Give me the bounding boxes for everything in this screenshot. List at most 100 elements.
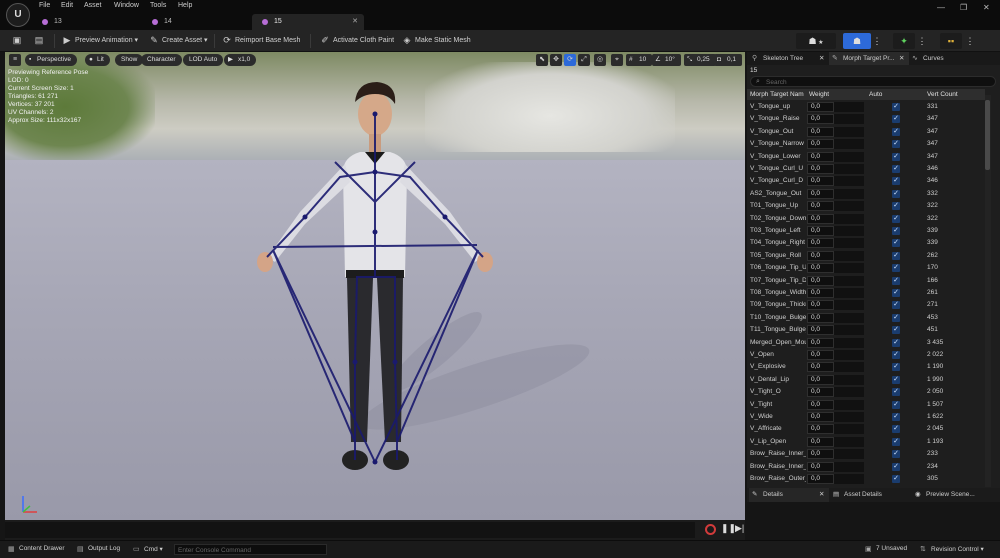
weight-input[interactable]: 0,0 (807, 312, 834, 323)
auto-checkbox[interactable]: ✓ (892, 251, 900, 260)
play-speed-button[interactable]: ▶ x1,0 (224, 54, 257, 66)
table-row[interactable]: T07_Tongue_Tip_Down0,0 ✓ 166 (747, 275, 985, 287)
table-row[interactable]: V_Open 0,0 ✓ 2 022 (747, 349, 985, 361)
close-window-icon[interactable]: ✕ (983, 3, 990, 12)
auto-checkbox[interactable]: ✓ (892, 375, 900, 384)
weight-input[interactable]: 0,0 (807, 424, 834, 435)
unreal-logo-icon[interactable]: U (6, 3, 30, 27)
preview-animation-button[interactable]: ▶ Preview Animation ▾ (62, 34, 139, 48)
grid-snap-button[interactable]: #10 (626, 54, 653, 66)
weight-slider[interactable] (834, 387, 864, 398)
weight-slider[interactable] (834, 226, 864, 236)
auto-checkbox[interactable]: ✓ (892, 264, 900, 273)
table-row[interactable]: T10_Tongue_Bulge_L0,0 ✓ 453 (747, 312, 985, 324)
world-local-icon[interactable]: ◎ (594, 54, 606, 66)
table-row[interactable]: T08_Tongue_Width 0,0 ✓ 261 (747, 287, 985, 299)
close-tab-icon[interactable]: ✕ (819, 52, 824, 65)
auto-checkbox[interactable]: ✓ (892, 127, 900, 136)
animation-options-button[interactable]: ⋮ (917, 33, 927, 49)
animation-mode-button[interactable]: ✦ (893, 33, 915, 49)
table-row[interactable]: V_Affricate 0,0 ✓ 2 045 (747, 423, 985, 435)
auto-checkbox[interactable]: ✓ (892, 115, 900, 124)
table-row[interactable]: T01_Tongue_Up 0,0 ✓ 322 (747, 200, 985, 212)
weight-input[interactable]: 0,0 (807, 176, 834, 187)
weight-slider[interactable] (834, 102, 864, 112)
tab-details[interactable]: ✎ Details ✕ (749, 488, 829, 502)
auto-checkbox[interactable]: ✓ (892, 363, 900, 372)
weight-slider[interactable] (834, 436, 864, 447)
scale-icon[interactable]: ⤢ (578, 54, 590, 66)
auto-checkbox[interactable]: ✓ (892, 400, 900, 409)
doc-tab-15[interactable]: 15 ✕ (252, 14, 364, 30)
weight-slider[interactable] (834, 449, 864, 460)
auto-checkbox[interactable]: ✓ (892, 450, 900, 459)
weight-input[interactable]: 0,0 (807, 164, 834, 174)
close-tab-icon[interactable]: ✕ (899, 52, 904, 65)
tab-skeleton-tree[interactable]: ⚲ Skeleton Tree ✕ (749, 52, 829, 65)
viewport-menu-icon[interactable]: ≡ (9, 54, 21, 66)
weight-slider[interactable] (834, 412, 864, 422)
weight-slider[interactable] (834, 350, 864, 360)
table-row[interactable]: T06_Tongue_Tip_Up 0,0 ✓ 170 (747, 262, 985, 274)
weight-slider[interactable] (834, 238, 864, 249)
auto-checkbox[interactable]: ✓ (892, 338, 900, 347)
weight-input[interactable]: 0,0 (807, 275, 834, 286)
auto-checkbox[interactable]: ✓ (892, 140, 900, 149)
weight-slider[interactable] (834, 300, 864, 311)
weight-slider[interactable] (834, 176, 864, 187)
weight-input[interactable]: 0,0 (807, 362, 834, 373)
table-row[interactable]: T09_Tongue_Thickness0,0 ✓ 271 (747, 299, 985, 311)
auto-checkbox[interactable]: ✓ (892, 301, 900, 310)
search-input[interactable]: ⌕ Search (750, 76, 996, 87)
table-row[interactable]: V_Tongue_Curl_U 0,0 ✓ 346 (747, 163, 985, 175)
weight-slider[interactable] (834, 213, 864, 224)
weight-slider[interactable] (834, 325, 864, 336)
weight-input[interactable]: 0,0 (807, 288, 834, 298)
scrollbar-thumb[interactable] (985, 100, 990, 170)
weight-input[interactable]: 0,0 (807, 102, 834, 112)
weight-slider[interactable] (834, 362, 864, 373)
weight-input[interactable]: 0,0 (807, 263, 834, 274)
scale-snap-button[interactable]: ⤡ 0,25 (684, 54, 716, 66)
content-drawer-button[interactable]: ▦ Content Drawer (8, 545, 65, 553)
weight-slider[interactable] (834, 337, 864, 348)
weight-input[interactable]: 0,0 (807, 201, 834, 212)
weight-input[interactable]: 0,0 (807, 139, 834, 150)
table-row[interactable]: T02_Tongue_Down 0,0 ✓ 322 (747, 213, 985, 225)
weight-input[interactable]: 0,0 (807, 436, 834, 447)
menu-asset[interactable]: Asset (84, 2, 102, 9)
table-row[interactable]: V_Tongue_Lower 0,0 ✓ 347 (747, 151, 985, 163)
auto-checkbox[interactable]: ✓ (892, 227, 900, 235)
weight-slider[interactable] (834, 474, 864, 484)
cmd-dropdown[interactable]: ▭ Cmd ▾ (133, 545, 163, 553)
weight-input[interactable]: 0,0 (807, 337, 834, 348)
weight-input[interactable]: 0,0 (807, 213, 834, 224)
weight-slider[interactable] (834, 164, 864, 174)
table-row[interactable]: AS2_Tongue_Out 0,0 ✓ 332 (747, 188, 985, 200)
table-row[interactable]: V_Wide 0,0 ✓ 1 622 (747, 411, 985, 423)
rotation-snap-button[interactable]: ∠ 10° (652, 54, 681, 66)
unsaved-button[interactable]: ▣ 7 Unsaved (865, 545, 907, 553)
column-header-name[interactable]: Morph Target Nam (750, 91, 804, 98)
weight-slider[interactable] (834, 275, 864, 286)
weight-slider[interactable] (834, 374, 864, 385)
menu-help[interactable]: Help (178, 2, 192, 9)
weight-slider[interactable] (834, 126, 864, 137)
auto-checkbox[interactable]: ✓ (892, 462, 900, 471)
tab-morph-target-preview[interactable]: ✎ Morph Target Pr... ✕ (829, 52, 909, 65)
table-row[interactable]: V_Tongue_up 0,0 ✓ 331 (747, 101, 985, 113)
auto-checkbox[interactable]: ✓ (892, 214, 900, 223)
auto-checkbox[interactable]: ✓ (892, 326, 900, 335)
tab-asset-details[interactable]: ▤ Asset Details (830, 488, 912, 502)
make-static-mesh-button[interactable]: ◈ Make Static Mesh (402, 34, 471, 48)
auto-checkbox[interactable]: ✓ (892, 103, 900, 111)
weight-input[interactable]: 0,0 (807, 151, 834, 162)
auto-checkbox[interactable]: ✓ (892, 413, 900, 421)
weight-input[interactable]: 0,0 (807, 114, 834, 125)
record-icon[interactable] (705, 524, 716, 535)
table-row[interactable]: T03_Tongue_Left 0,0 ✓ 339 (747, 225, 985, 237)
doc-tab-14[interactable]: 14 (142, 14, 250, 30)
table-row[interactable]: Merged_Open_Mouth0,0 ✓ 3 435 (747, 337, 985, 349)
weight-input[interactable]: 0,0 (807, 474, 834, 484)
column-header-auto[interactable]: Auto (869, 91, 882, 98)
